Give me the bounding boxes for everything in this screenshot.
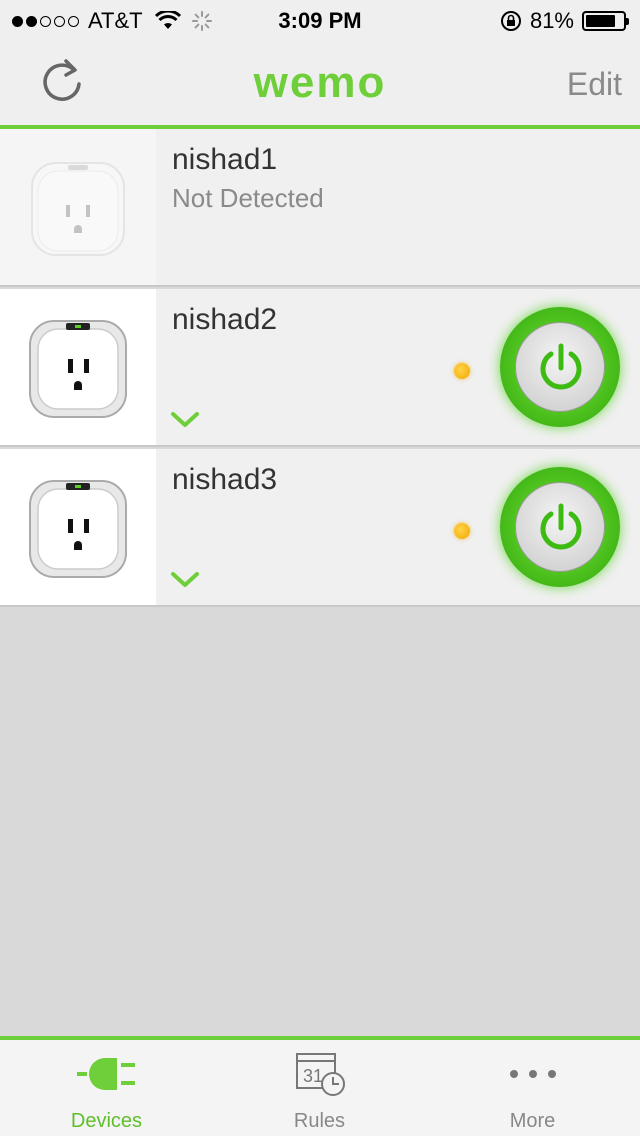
device-name: nishad3 (172, 463, 278, 496)
svg-text:31: 31 (303, 1066, 323, 1086)
tab-label: Rules (293, 1110, 346, 1132)
device-row[interactable]: nishad3 (0, 449, 640, 607)
power-toggle-button[interactable] (500, 467, 620, 587)
power-button-face (515, 322, 605, 412)
power-toggle-button[interactable] (500, 307, 620, 427)
smart-plug-icon (29, 320, 127, 418)
device-thumbnail (0, 449, 156, 605)
tab-devices[interactable]: Devices (0, 1040, 213, 1136)
device-name: nishad1 (172, 143, 278, 176)
calendar-clock-icon: 31 (295, 1053, 345, 1096)
chevron-down-icon[interactable] (170, 571, 200, 589)
tab-label: Devices (70, 1110, 143, 1132)
tab-more[interactable]: More (426, 1040, 639, 1136)
tab-rules[interactable]: 31 Rules (213, 1040, 426, 1136)
tab-label: More (509, 1110, 556, 1132)
edit-button[interactable]: Edit (567, 66, 622, 103)
device-list: nishad1 Not Detected nishad2 nishad3 (0, 129, 640, 609)
status-indicator-dot (454, 523, 470, 539)
status-right: 81% (500, 8, 629, 34)
rotation-lock-icon (500, 11, 521, 31)
tab-icon-wrap: 31 (213, 1052, 426, 1096)
device-row[interactable]: nishad2 (0, 289, 640, 447)
more-icon (509, 1070, 556, 1078)
smart-plug-icon (31, 162, 125, 256)
device-thumbnail (0, 129, 156, 285)
power-icon (540, 503, 582, 550)
power-button-face (515, 482, 605, 572)
nav-bar: wemo Edit (0, 40, 640, 129)
smart-plug-icon (29, 480, 127, 578)
plug-icon (76, 1058, 135, 1090)
status-bar: AT&T 3:09 PM 81% (0, 0, 640, 40)
device-thumbnail (0, 289, 156, 445)
power-icon (540, 343, 582, 390)
device-name: nishad2 (172, 303, 278, 336)
battery-fill (586, 15, 616, 27)
battery-icon (582, 11, 629, 31)
wemo-logo: wemo (253, 58, 387, 107)
device-row[interactable]: nishad1 Not Detected (0, 129, 640, 287)
status-indicator-dot (454, 363, 470, 379)
chevron-down-icon[interactable] (170, 411, 200, 429)
device-status: Not Detected (172, 183, 324, 213)
tab-icon-wrap (426, 1052, 639, 1096)
tab-bar: Devices 31 Rules More (0, 1036, 640, 1136)
tab-icon-wrap (0, 1052, 213, 1096)
battery-percent: 81% (529, 8, 574, 33)
